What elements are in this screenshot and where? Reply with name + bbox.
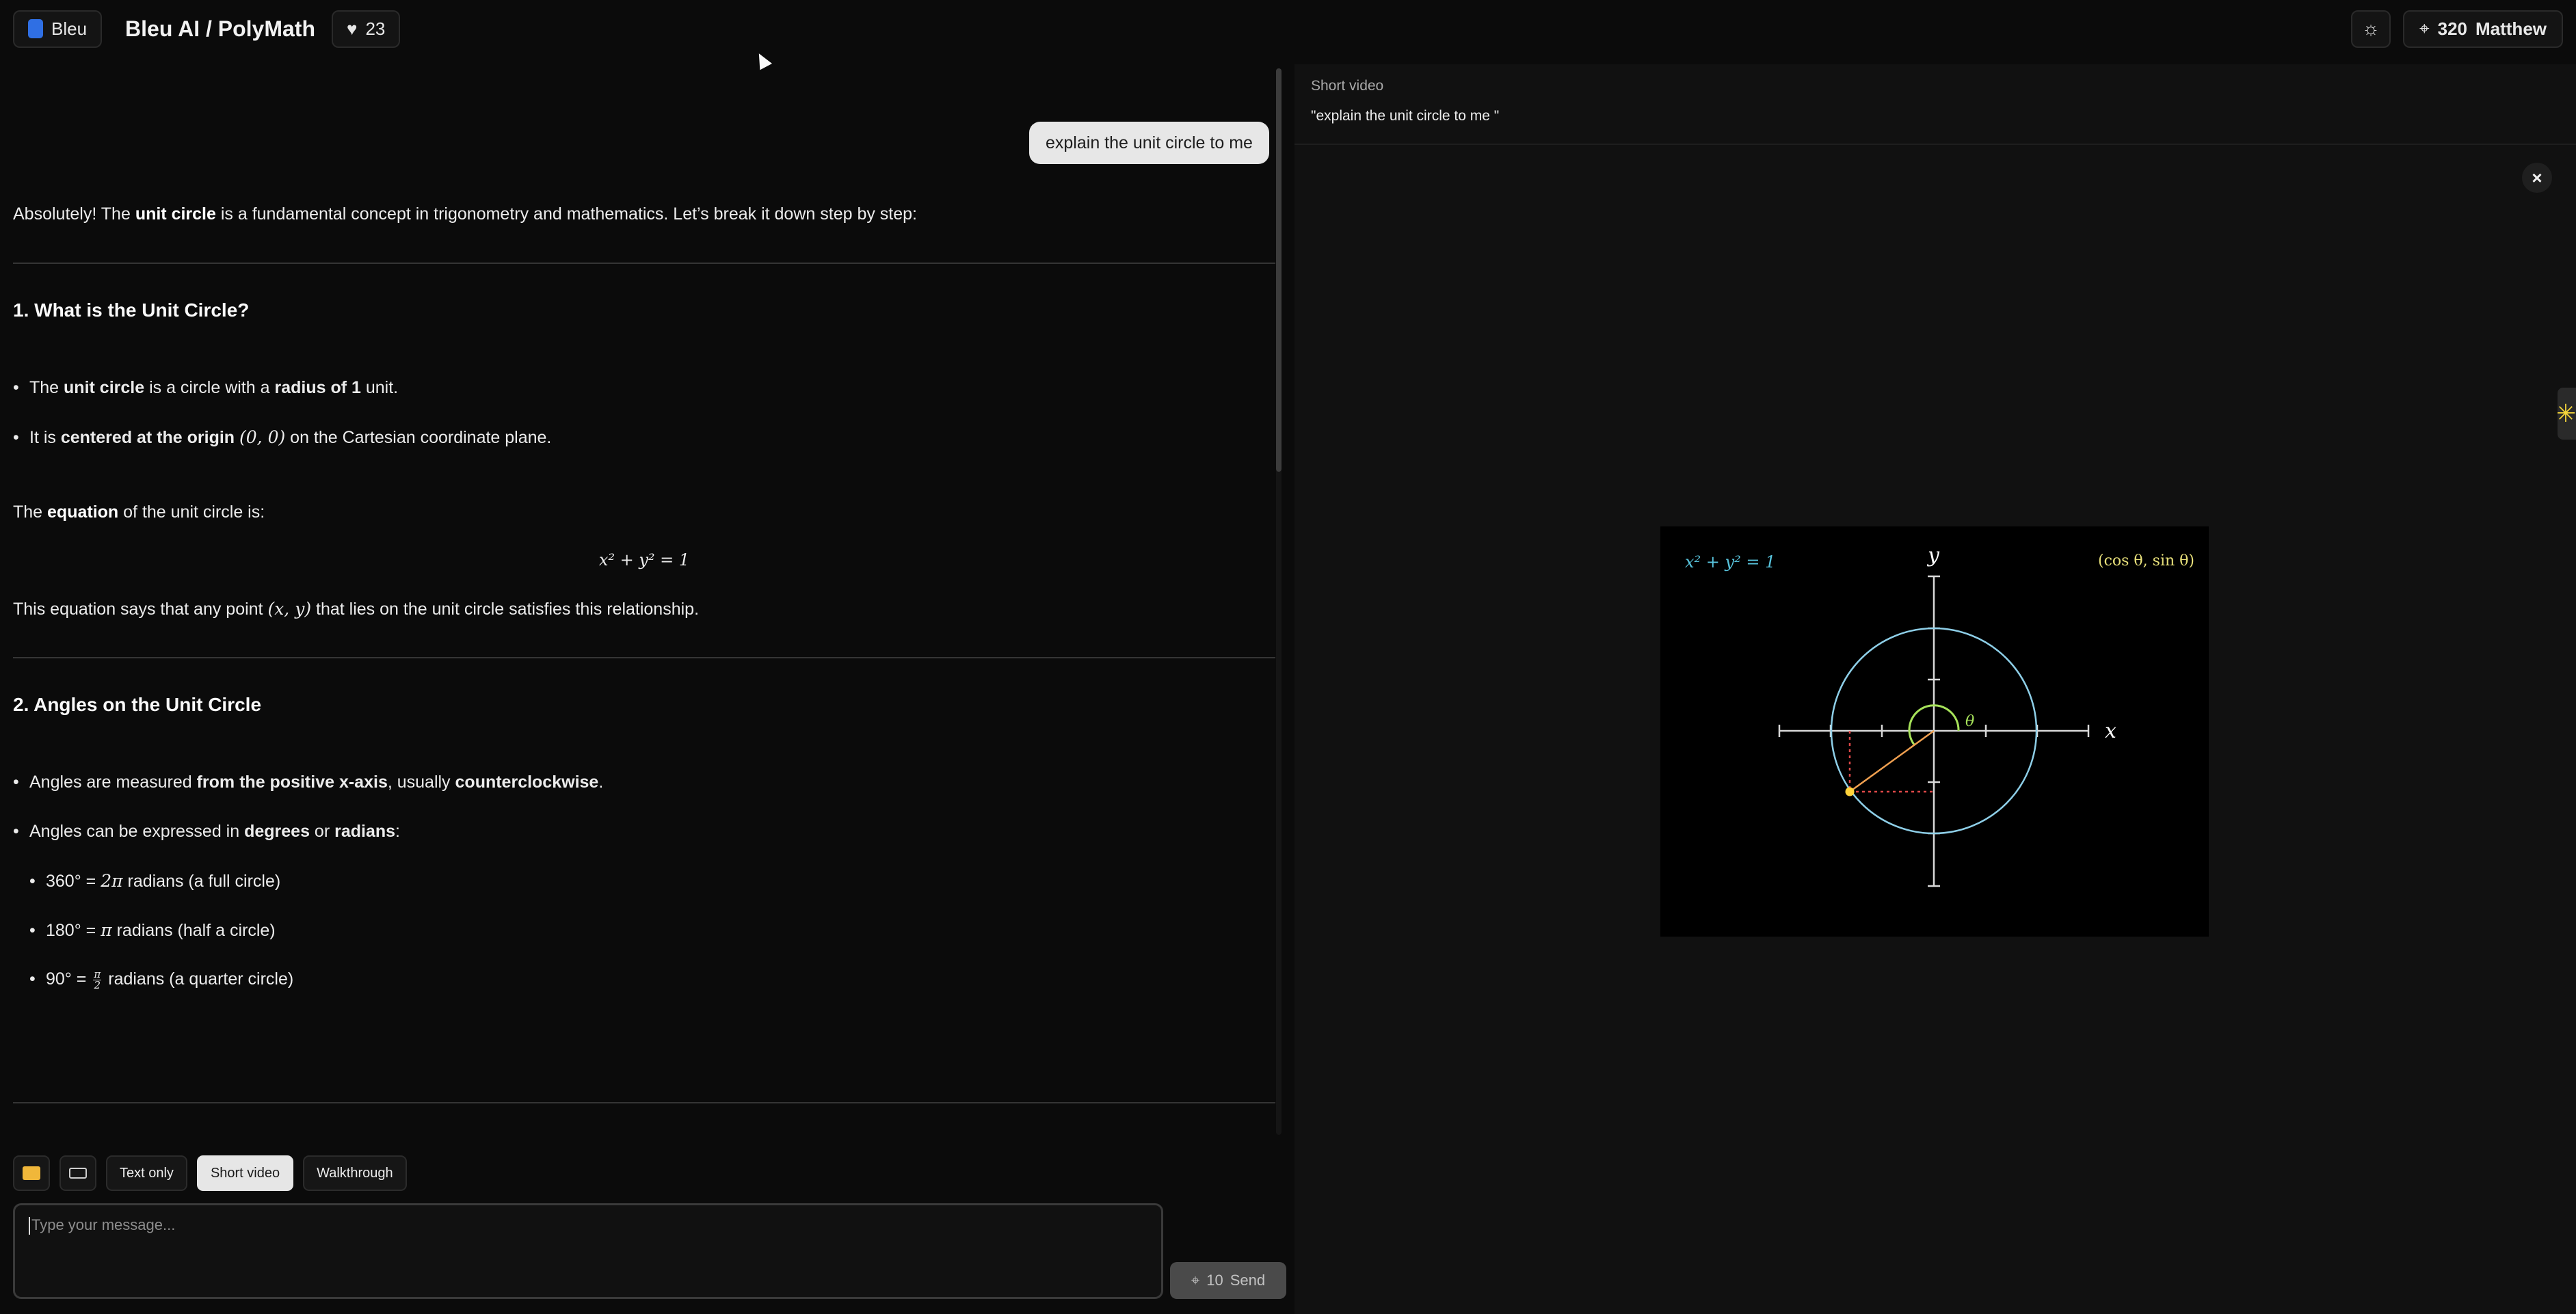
keyboard-icon	[69, 1168, 87, 1179]
fraction: π2	[93, 968, 102, 991]
mode-text-only[interactable]: Text only	[106, 1155, 187, 1191]
unit-circle-animation: x² + y² = 1 (cos θ, sin θ) y x θ	[1685, 544, 2194, 887]
attach-file-button[interactable]	[13, 1155, 50, 1191]
brand-label: Bleu	[51, 18, 88, 39]
composer-toolbar: Text only Short video Walkthrough	[13, 1155, 407, 1191]
chat-scrollbar[interactable]	[1276, 68, 1282, 1135]
math-equation: x² + y² = 1	[598, 550, 690, 569]
user-message-bubble: explain the unit circle to me	[1029, 122, 1269, 164]
list-item: Angles can be expressed in degrees or ra…	[13, 822, 400, 842]
message-input[interactable]: Type your message...	[13, 1203, 1163, 1299]
circle-point	[1845, 787, 1855, 796]
list-item: 90° = π2 radians (a quarter circle)	[29, 969, 293, 991]
side-drawer-tab[interactable]: ✳	[2558, 388, 2576, 440]
section-heading: 2. Angles on the Unit Circle	[13, 694, 262, 715]
credits-icon: ⌖	[1191, 1272, 1200, 1289]
equation-note: This equation says that any point (x, y)…	[13, 599, 700, 619]
heart-icon: ♥	[347, 18, 358, 39]
assistant-intro: Absolutely! The unit circle is a fundame…	[13, 204, 917, 224]
panel-prompt: "explain the unit circle to me "	[1311, 108, 1500, 124]
sparkle-icon: ✳	[2558, 399, 2576, 427]
theme-toggle-button[interactable]: ☼	[2350, 10, 2391, 48]
panel-header: Short video "explain the unit circle to …	[1294, 64, 2576, 145]
chat-transcript[interactable]: explain the unit circle to me Absolutely…	[0, 65, 1288, 1138]
point-label: (cos θ, sin θ)	[2098, 552, 2194, 569]
divider	[13, 657, 1275, 658]
list-item: It is centered at the origin (0, 0) on t…	[13, 427, 551, 448]
sun-icon: ☼	[2362, 18, 2380, 39]
like-count: 23	[365, 18, 386, 39]
list-item: Angles are measured from the positive x-…	[13, 773, 603, 792]
section-heading: 1. What is the Unit Circle?	[13, 299, 250, 321]
close-panel-button[interactable]: ×	[2522, 163, 2552, 193]
radius-line	[1849, 729, 1935, 793]
list-item: 180° = π radians (half a circle)	[29, 920, 276, 941]
mode-walkthrough[interactable]: Walkthrough	[303, 1155, 407, 1191]
credits-count: 320	[2437, 18, 2467, 39]
equation-intro: The equation of the unit circle is:	[13, 502, 265, 522]
app-title: Bleu AI / PolyMath	[125, 16, 315, 41]
divider	[13, 263, 1275, 264]
mode-short-video[interactable]: Short video	[196, 1155, 294, 1191]
text-caret	[29, 1217, 30, 1235]
equation-label: x² + y² = 1	[1685, 552, 1775, 572]
panel-kicker: Short video	[1311, 78, 1384, 94]
send-button[interactable]: ⌖ 10 Send	[1170, 1262, 1286, 1299]
account-button[interactable]: ⌖ 320 Matthew	[2402, 10, 2563, 48]
x-axis-label: x	[2105, 719, 2116, 743]
keyboard-button[interactable]	[59, 1155, 96, 1191]
send-label: Send	[1230, 1272, 1266, 1289]
video-panel: Short video "explain the unit circle to …	[1294, 64, 2576, 1314]
user-name: Matthew	[2475, 18, 2547, 39]
list-item: 360° = 2π radians (a full circle)	[29, 871, 280, 891]
brand-button[interactable]: Bleu	[13, 10, 103, 48]
video-player[interactable]: x² + y² = 1 (cos θ, sin θ) y x θ	[1660, 526, 2209, 937]
divider	[13, 1102, 1275, 1103]
y-axis-label: y	[1926, 544, 1940, 567]
scrollbar-thumb[interactable]	[1276, 68, 1282, 472]
bleu-logo-icon	[28, 19, 43, 38]
list-item: The unit circle is a circle with a radiu…	[13, 378, 398, 398]
top-bar: Bleu Bleu AI / PolyMath ♥ 23 ☼ ⌖ 320 Mat…	[0, 0, 2576, 57]
send-cost: 10	[1206, 1272, 1223, 1289]
close-icon: ×	[2532, 167, 2542, 188]
credits-icon: ⌖	[2419, 18, 2430, 38]
folder-icon	[23, 1166, 40, 1180]
message-placeholder: Type your message...	[31, 1216, 176, 1233]
like-button[interactable]: ♥ 23	[332, 10, 401, 48]
theta-label: θ	[1965, 713, 1974, 730]
